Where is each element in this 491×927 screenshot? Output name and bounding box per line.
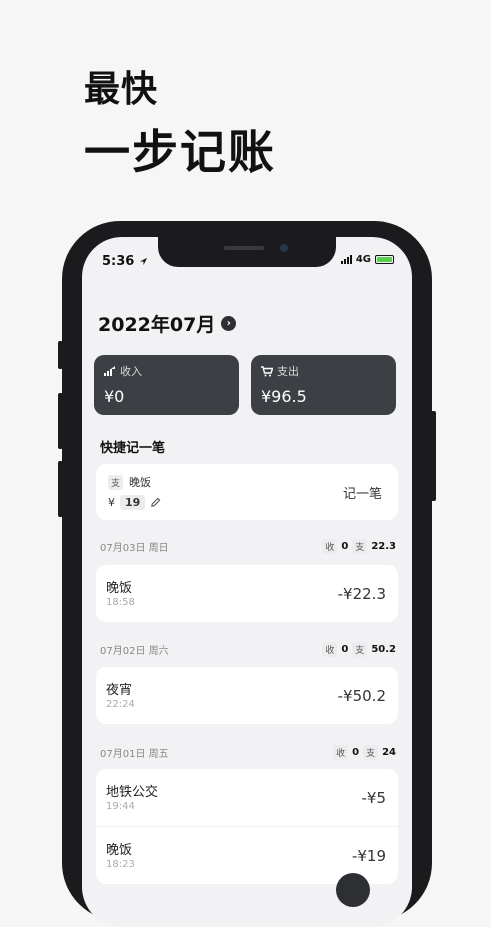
promo-headline-line1: 最快 xyxy=(84,69,159,110)
list-item[interactable]: 地铁公交 19:44 -¥5 xyxy=(96,769,398,826)
day-summary: 收 0 支 50.2 xyxy=(322,642,396,657)
pencil-icon[interactable] xyxy=(150,497,161,508)
day-entry-list: 地铁公交 19:44 -¥5 晚饭 18:23 -¥19 xyxy=(96,769,398,884)
item-time: 19:44 xyxy=(106,801,135,812)
app-screen: 5:36 4G 2022年07月 › 收入 ¥0 支出 ¥96.5 快捷记一笔 … xyxy=(82,237,412,927)
item-amount: -¥22.3 xyxy=(337,585,386,603)
record-entry-button[interactable]: 记一笔 xyxy=(343,483,382,502)
income-tag: 收 xyxy=(322,539,338,554)
status-indicators: 4G xyxy=(340,254,394,265)
day-date: 07月02日 周六 xyxy=(100,646,169,657)
quick-entry-title: 快捷记一笔 xyxy=(100,441,166,456)
list-item[interactable]: 夜宵 22:24 -¥50.2 xyxy=(96,667,398,724)
day-summary: 收 0 支 24 xyxy=(333,745,396,760)
signal-icon xyxy=(340,255,352,264)
item-time: 22:24 xyxy=(106,699,135,710)
day-date: 07月01日 周五 xyxy=(100,749,169,760)
day-summary: 收 0 支 22.3 xyxy=(322,539,396,554)
income-summary-card[interactable]: 收入 ¥0 xyxy=(94,355,239,415)
expense-amount: ¥96.5 xyxy=(261,387,307,406)
expense-summary-card[interactable]: 支出 ¥96.5 xyxy=(251,355,396,415)
add-entry-fab[interactable] xyxy=(336,873,370,907)
trend-up-icon xyxy=(104,366,115,376)
notch xyxy=(158,237,336,267)
location-arrow-icon xyxy=(139,257,147,266)
promo-headline-line2: 一步记账 xyxy=(84,125,276,179)
front-camera xyxy=(280,244,288,252)
volume-up-button xyxy=(58,393,63,449)
day-entry-list: 晚饭 18:58 -¥22.3 xyxy=(96,565,398,622)
power-button xyxy=(431,411,436,501)
item-time: 18:58 xyxy=(106,597,135,608)
battery-icon xyxy=(375,255,394,264)
expense-label: 支出 xyxy=(277,365,299,378)
quick-entry-amount[interactable]: 19 xyxy=(120,495,146,510)
quick-entry-card[interactable]: 支 晚饭 ¥ 19 记一笔 xyxy=(96,464,398,520)
item-name: 地铁公交 xyxy=(106,785,159,800)
item-name: 晚饭 xyxy=(106,843,133,858)
status-time: 5:36 xyxy=(102,254,148,269)
day-entry-list: 夜宵 22:24 -¥50.2 xyxy=(96,667,398,724)
expense-tag: 支 xyxy=(352,642,368,657)
item-amount: -¥19 xyxy=(351,847,386,865)
income-label: 收入 xyxy=(120,365,142,378)
mute-switch xyxy=(58,341,63,369)
item-time: 18:23 xyxy=(106,859,135,870)
day-date: 07月03日 周日 xyxy=(100,543,169,554)
day-expense: 22.3 xyxy=(371,541,396,552)
volume-down-button xyxy=(58,461,63,517)
chevron-right-icon: › xyxy=(221,316,237,331)
phone-frame: 5:36 4G 2022年07月 › 收入 ¥0 支出 ¥96.5 快捷记一笔 … xyxy=(58,221,436,927)
income-amount: ¥0 xyxy=(104,387,125,406)
status-time-text: 5:36 xyxy=(102,254,135,269)
day-income: 0 xyxy=(341,541,349,552)
item-amount: -¥50.2 xyxy=(337,687,386,705)
day-header: 07月03日 周日 收 0 支 22.3 xyxy=(100,539,396,554)
month-selector[interactable]: 2022年07月 › xyxy=(98,310,237,337)
expense-tag: 支 xyxy=(363,745,379,760)
quick-entry-type-tag: 支 xyxy=(108,474,124,490)
day-expense: 50.2 xyxy=(371,644,396,655)
quick-entry-name: 晚饭 xyxy=(129,476,152,489)
cart-icon xyxy=(261,365,273,376)
item-name: 晚饭 xyxy=(106,581,133,596)
day-header: 07月01日 周五 收 0 支 24 xyxy=(100,745,396,760)
speaker-grille xyxy=(224,246,264,250)
item-name: 夜宵 xyxy=(106,683,133,698)
month-label: 2022年07月 xyxy=(98,314,216,336)
expense-tag: 支 xyxy=(352,539,368,554)
item-amount: -¥5 xyxy=(361,789,387,807)
day-income: 0 xyxy=(352,747,360,758)
day-income: 0 xyxy=(341,644,349,655)
income-tag: 收 xyxy=(322,642,338,657)
currency-symbol: ¥ xyxy=(108,496,115,509)
income-tag: 收 xyxy=(333,745,349,760)
network-type: 4G xyxy=(355,254,371,265)
list-item[interactable]: 晚饭 18:58 -¥22.3 xyxy=(96,565,398,622)
day-expense: 24 xyxy=(382,747,396,758)
day-header: 07月02日 周六 收 0 支 50.2 xyxy=(100,642,396,657)
